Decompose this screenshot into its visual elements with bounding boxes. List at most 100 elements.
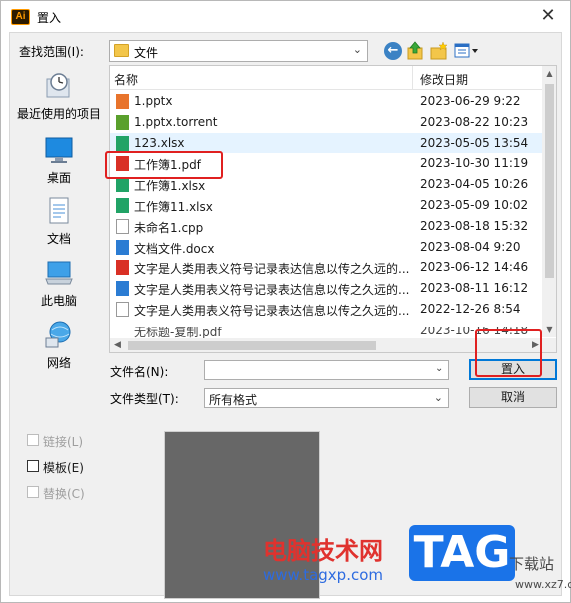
watermark-logo: TAG <box>409 525 515 581</box>
file-name: 123.xlsx <box>134 135 185 150</box>
checkbox-label: 链接(L) <box>43 435 84 449</box>
column-header-date[interactable]: 修改日期 <box>420 71 468 88</box>
window-title: 置入 <box>37 11 62 25</box>
close-button[interactable]: ✕ <box>531 3 565 30</box>
chevron-down-icon[interactable]: ⌄ <box>435 363 443 374</box>
place-button[interactable]: 置入 <box>469 359 557 380</box>
file-name: 工作簿1.xlsx <box>134 179 206 194</box>
file-name: 工作簿1.pdf <box>134 158 201 173</box>
file-name: 文字是人类用表义符号记录表达信息以传之久远的... <box>134 303 410 318</box>
column-header-name[interactable]: 名称 <box>114 71 138 88</box>
file-row[interactable]: 1.pptx.torrent 2023-08-22 10:23 <box>110 112 542 133</box>
place-documents[interactable]: 文档 <box>11 196 107 247</box>
file-row[interactable]: 文字是人类用表义符号记录表达信息以传之久远的... 2022-12-26 8:54 <box>110 299 542 320</box>
filetype-dropdown[interactable]: 所有格式 ⌄ <box>204 388 449 408</box>
watermark-site-name: 电脑技术网 <box>263 537 383 565</box>
xlsx-file-icon <box>116 197 129 213</box>
docx-file-icon <box>116 239 129 255</box>
place-label: 网络 <box>46 356 71 370</box>
file-name: 1.pptx.torrent <box>134 114 218 129</box>
place-desktop[interactable]: 桌面 <box>11 135 107 186</box>
checkbox-box[interactable] <box>27 486 39 498</box>
torrent-file-icon <box>116 114 129 130</box>
pdf-file-icon <box>116 260 129 276</box>
place-label: 此电脑 <box>40 294 77 308</box>
file-row[interactable]: 文字是人类用表义符号记录表达信息以传之久远的... 2023-06-12 14:4… <box>110 257 542 278</box>
checkbox-label: 替换(C) <box>43 487 85 501</box>
file-name: 未命名1.cpp <box>134 220 204 235</box>
cancel-button[interactable]: 取消 <box>469 387 557 408</box>
watermark-tail-text: 下载站 <box>509 555 555 573</box>
scroll-left-icon[interactable]: ◀ <box>110 338 125 352</box>
place-this-pc[interactable]: 此电脑 <box>11 258 107 309</box>
pptx-file-icon <box>116 94 129 109</box>
back-arrow-icon[interactable]: ← <box>384 42 402 60</box>
filetype-label: 文件类型(T): <box>110 392 179 406</box>
folder-icon <box>114 44 129 57</box>
file-rows: 1.pptx 2023-06-29 9:22 1.pptx.torrent 2023-… <box>110 91 542 320</box>
checkbox-box[interactable] <box>27 434 39 446</box>
watermark-url: www.tagxp.com <box>263 566 383 584</box>
file-date: 2023-08-22 10:23 <box>420 114 529 129</box>
file-row[interactable]: 未命名1.cpp 2023-08-18 15:32 <box>110 216 542 237</box>
file-row[interactable]: 文字是人类用表义符号记录表达信息以传之久远的... 2023-08-11 16:1… <box>110 278 542 299</box>
file-date: 2023-05-05 13:54 <box>420 135 529 150</box>
scroll-right-icon[interactable]: ▶ <box>528 338 543 352</box>
scrollbar-thumb[interactable] <box>545 84 554 278</box>
file-date: 2023-08-18 15:32 <box>420 218 529 233</box>
xlsx-file-icon <box>116 135 129 151</box>
file-row[interactable]: 1.pptx 2023-06-29 9:22 <box>110 91 542 112</box>
look-in-value: 文件 <box>134 46 159 60</box>
file-row[interactable]: 工作簿1.xlsx 2023-04-05 10:26 <box>110 174 542 195</box>
look-in-dropdown[interactable]: 文件 ⌄ <box>109 40 368 62</box>
horizontal-scrollbar[interactable]: ◀ ▶ <box>110 338 556 352</box>
place-network[interactable]: 网络 <box>11 320 107 371</box>
look-in-label: 查找范围(I): <box>19 45 84 59</box>
file-date: 2023-06-12 14:46 <box>420 260 529 275</box>
new-folder-icon[interactable] <box>429 41 449 61</box>
file-name: 1.pptx <box>134 94 173 108</box>
place-dialog-window: Ai 置入 ✕ 查找范围(I): 文件 ⌄ ← 最近使用的项目 桌面 文档 此电… <box>0 0 571 603</box>
file-date: 2023-08-04 9:20 <box>420 239 521 254</box>
place-label: 桌面 <box>46 171 71 185</box>
scrollbar-thumb[interactable] <box>128 341 376 350</box>
file-date: 2023-10-30 11:19 <box>420 156 529 171</box>
file-date: 2023-06-29 9:22 <box>420 94 521 108</box>
pdf-file-icon <box>116 156 129 172</box>
column-divider[interactable] <box>412 66 413 90</box>
places-bar: 最近使用的项目 桌面 文档 此电脑 网络 <box>11 65 107 387</box>
illustrator-app-icon: Ai <box>11 9 30 25</box>
up-folder-icon[interactable] <box>406 41 424 61</box>
this-pc-icon <box>45 261 73 285</box>
view-menu-icon[interactable] <box>453 42 481 60</box>
chevron-down-icon: ⌄ <box>433 391 443 404</box>
place-label: 文档 <box>46 232 71 246</box>
file-date: 2023-04-05 10:26 <box>420 177 529 192</box>
place-recent-items[interactable]: 最近使用的项目 <box>11 71 107 122</box>
file-row[interactable]: 工作簿1.pdf 2023-10-30 11:19 <box>110 153 542 174</box>
file-name: 工作簿11.xlsx <box>134 199 213 214</box>
filename-label: 文件名(N): <box>110 365 169 379</box>
scroll-up-icon[interactable]: ▲ <box>542 66 556 81</box>
file-row[interactable]: 工作簿11.xlsx 2023-05-09 10:02 <box>110 195 542 216</box>
filename-input[interactable] <box>204 360 449 380</box>
desktop-icon <box>45 137 73 163</box>
file-list[interactable]: 名称 修改日期 1.pptx 2023-06-29 9:22 1.pptx.torr… <box>109 65 557 353</box>
checkbox-box[interactable] <box>27 460 39 472</box>
docx-file-icon <box>116 281 129 297</box>
file-name: 文字是人类用表义符号记录表达信息以传之久远的... <box>134 262 410 277</box>
xlsx-file-icon <box>116 177 129 193</box>
scroll-down-icon[interactable]: ▼ <box>542 322 556 337</box>
file-row[interactable]: 123.xlsx 2023-05-05 13:54 <box>110 132 542 154</box>
checkbox-label: 模板(E) <box>43 461 84 475</box>
recent-items-icon <box>46 73 70 98</box>
place-label: 最近使用的项目 <box>16 107 101 121</box>
column-header: 名称 修改日期 <box>110 66 542 90</box>
file-date: 2023-10-16 14:18 <box>420 327 529 337</box>
file-date: 2023-08-11 16:12 <box>420 281 529 296</box>
chevron-down-icon: ⌄ <box>352 43 362 56</box>
file-date: 2022-12-26 8:54 <box>420 301 521 316</box>
vertical-scrollbar[interactable]: ▲ ▼ <box>542 66 556 337</box>
file-row[interactable]: 文档文件.docx 2023-08-04 9:20 <box>110 237 542 258</box>
watermark-tail-url: www.xz7.com <box>515 578 571 591</box>
